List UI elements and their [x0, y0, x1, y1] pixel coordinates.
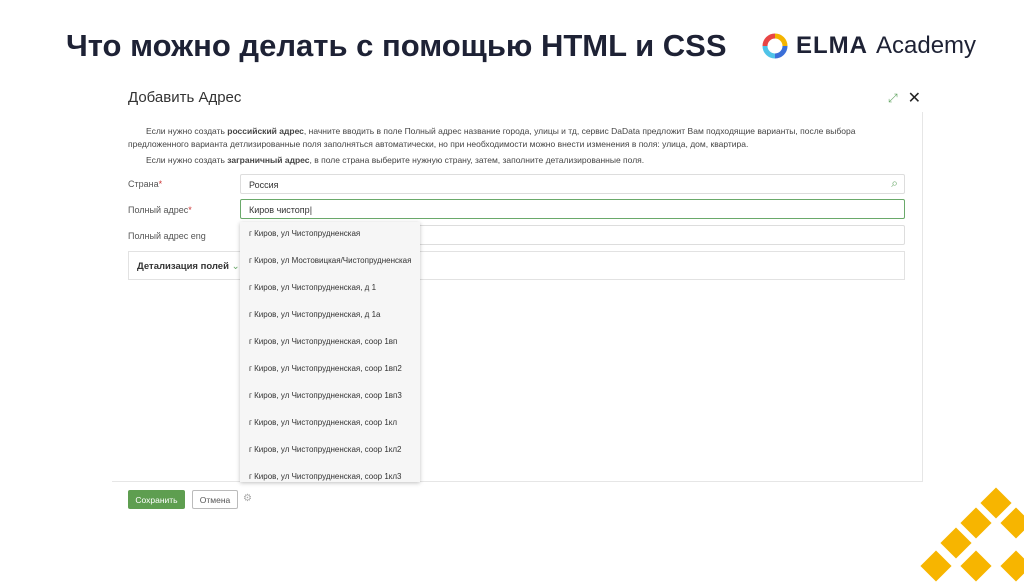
- logo-ring-icon: [762, 33, 788, 59]
- address-input[interactable]: Киров чистопр|: [240, 199, 905, 219]
- suggestion-item[interactable]: г Киров, ул Чистопрудненская, соор 1кл: [240, 411, 420, 438]
- slide-title: Что можно делать с помощью HTML и CSS: [66, 28, 727, 63]
- info-russian: Если нужно создать российский адрес, нач…: [128, 126, 856, 149]
- address-label: Полный адрес*: [128, 205, 192, 215]
- suggestion-item[interactable]: г Киров, ул Чистопрудненская, соор 1кл2: [240, 438, 420, 465]
- logo-sub: Academy: [876, 32, 977, 59]
- gear-icon[interactable]: ⚙: [243, 493, 252, 504]
- suggestions-dropdown: г Киров, ул Чистопрудненская г Киров, ул …: [240, 222, 420, 482]
- suggestion-item[interactable]: г Киров, ул Чистопрудненская, д 1а: [240, 303, 420, 330]
- dialog-title: Добавить Адрес: [128, 89, 242, 106]
- suggestion-item[interactable]: г Киров, ул Мостовицкая/Чистопрудненская: [240, 249, 420, 276]
- expand-icon[interactable]: ⤢: [888, 91, 898, 106]
- info-foreign: Если нужно создать заграничный адрес, в …: [146, 155, 645, 165]
- suggestion-item[interactable]: г Киров, ул Чистопрудненская, соор 1кл3: [240, 465, 420, 482]
- save-button[interactable]: Сохранить: [128, 490, 185, 509]
- logo-name: ELMA: [796, 32, 868, 59]
- search-icon[interactable]: ⌕: [891, 176, 898, 191]
- chevron-down-icon: ⌄: [231, 261, 240, 272]
- address-eng-label: Полный адрес eng: [128, 231, 206, 241]
- suggestion-item[interactable]: г Киров, ул Чистопрудненская, соор 1вп2: [240, 357, 420, 384]
- suggestion-item[interactable]: г Киров, ул Чистопрудненская: [240, 222, 420, 249]
- country-label: Страна*: [128, 179, 163, 189]
- close-icon[interactable]: ✕: [908, 88, 921, 108]
- elma-logo: ELMA Academy: [762, 32, 976, 60]
- dialog-panel: [112, 112, 923, 482]
- suggestion-item[interactable]: г Киров, ул Чистопрудненская, соор 1вп: [240, 330, 420, 357]
- country-field[interactable]: Россия ⌕: [240, 174, 905, 194]
- cancel-button[interactable]: Отмена: [192, 490, 238, 509]
- suggestion-item[interactable]: г Киров, ул Чистопрудненская, д 1: [240, 276, 420, 303]
- suggestion-item[interactable]: г Киров, ул Чистопрудненская, соор 1вп3: [240, 384, 420, 411]
